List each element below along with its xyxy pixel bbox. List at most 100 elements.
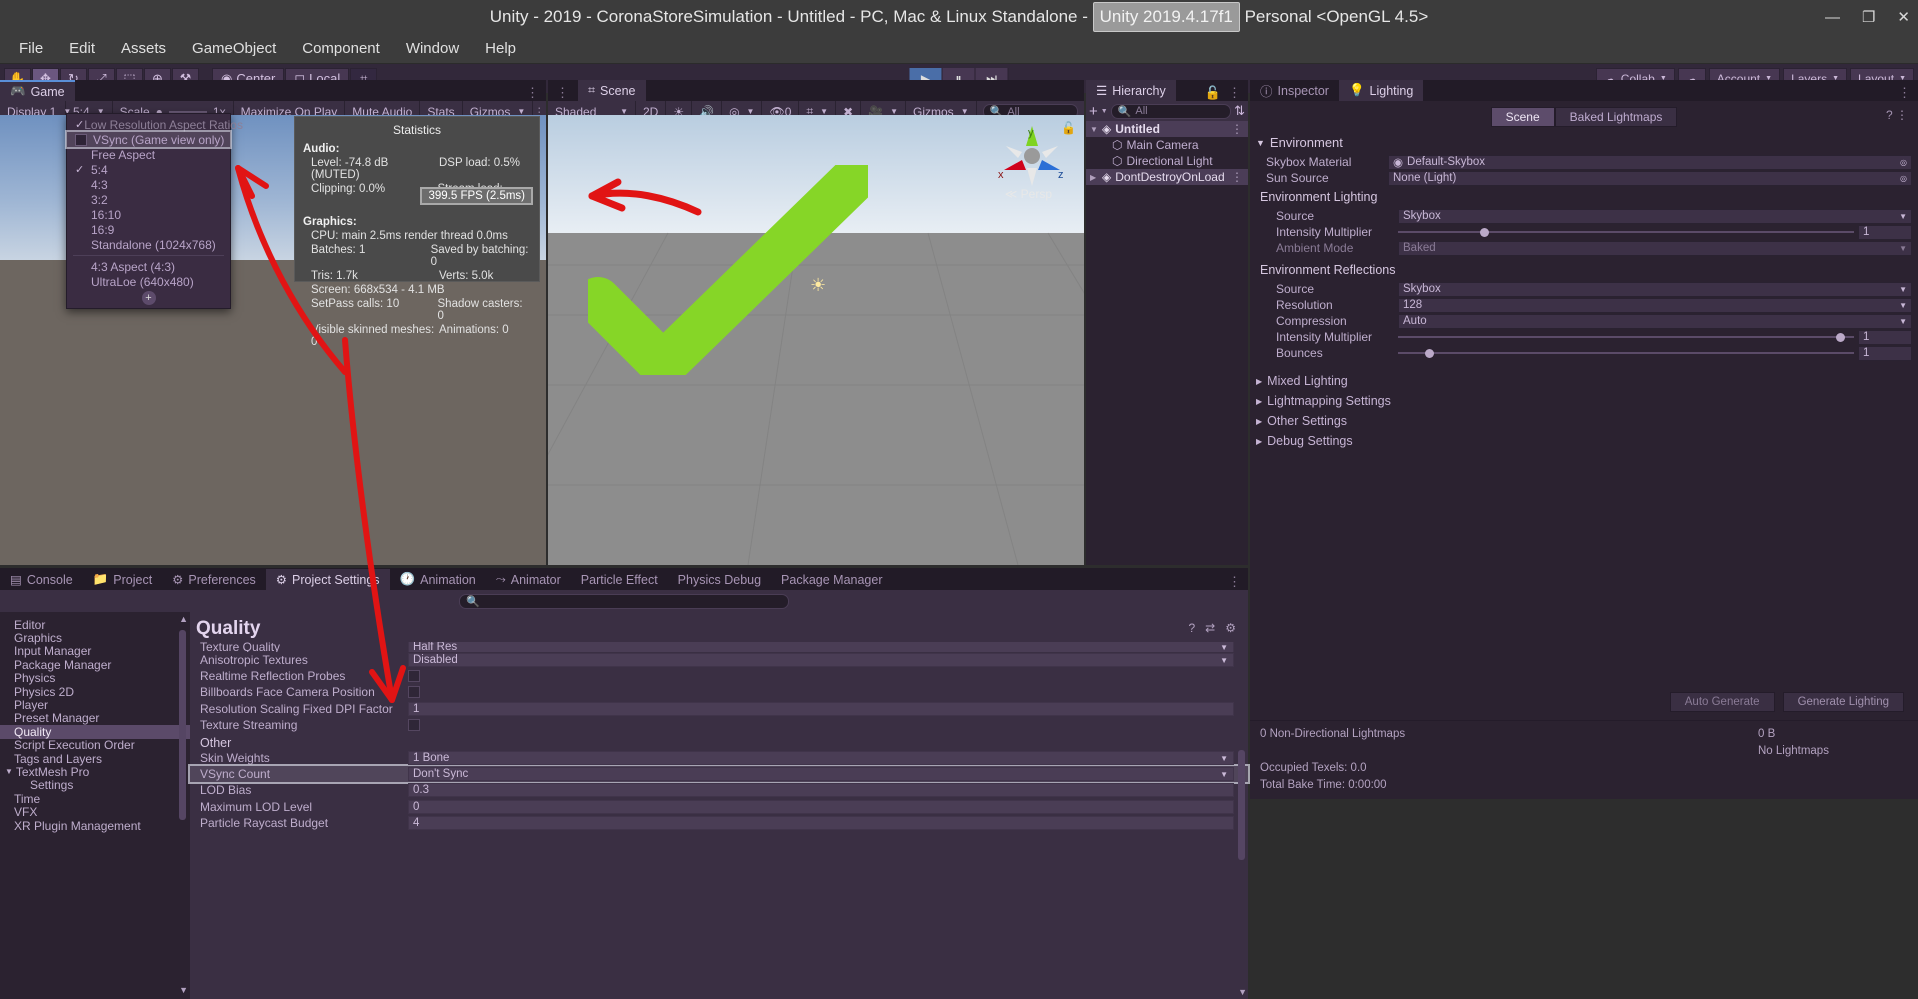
maximum-lod-level-input[interactable]: 0 (408, 799, 1234, 814)
hierarchy-row-directional-light[interactable]: ⬡ Directional Light (1086, 153, 1248, 169)
hierarchy-row-main-camera[interactable]: ⬡ Main Camera (1086, 137, 1248, 153)
env-lighting-source-dropdown[interactable]: Skybox ▼ (1398, 208, 1912, 224)
hierarchy-row-dontdestroyonload[interactable]: ▶ ◈ DontDestroyOnLoad ⋮ (1086, 169, 1248, 185)
anisotropic-textures-dropdown[interactable]: Disabled ▼ (408, 653, 1234, 668)
category-input-manager[interactable]: Input Manager (0, 644, 190, 658)
gear-icon[interactable]: ⚙ (1225, 621, 1236, 635)
menu-item-custom-4-3-aspect[interactable]: 4:3 Aspect (4:3) (67, 259, 230, 274)
settings-search-input[interactable]: 🔍 (459, 593, 789, 609)
tab-particle-effect[interactable]: Particle Effect (571, 569, 668, 590)
scroll-up-arrow-icon[interactable]: ▲ (179, 614, 188, 624)
menu-item-3-2[interactable]: 3:2 (67, 192, 230, 207)
sort-icon[interactable]: ⇅ (1234, 103, 1245, 119)
category-textmesh-pro[interactable]: ▼ TextMesh Pro (0, 765, 190, 779)
scene-view-render[interactable]: ☀ ≪ Persp y x z 🔓 (548, 115, 1084, 565)
menu-item-low-res-aspect[interactable]: ✓ Low Resolution Aspect Ratios (67, 117, 243, 132)
menu-item-vsync[interactable]: VSync (Game view only) (65, 130, 232, 149)
billboards-face-camera-checkbox[interactable] (408, 686, 420, 699)
menu-assets[interactable]: Assets (110, 37, 177, 60)
hierarchy-menu-icon[interactable]: 🔓 ⋮ (1205, 85, 1248, 101)
tab-package-manager[interactable]: Package Manager (771, 569, 892, 590)
tab-animator[interactable]: ⤳ Animator (486, 569, 571, 590)
menu-item-16-9[interactable]: 16:9 (67, 222, 230, 237)
menu-window[interactable]: Window (395, 37, 470, 60)
tab-physics-debug[interactable]: Physics Debug (668, 569, 771, 590)
category-tags-and-layers[interactable]: Tags and Layers (0, 752, 190, 766)
category-quality[interactable]: Quality (0, 725, 190, 739)
reflections-source-dropdown[interactable]: Skybox ▼ (1398, 281, 1912, 297)
reflections-resolution-dropdown[interactable]: 128 ▼ (1398, 297, 1912, 313)
inspector-menu-icon[interactable]: ⋮ (1898, 85, 1918, 101)
skin-weights-dropdown[interactable]: 1 Bone ▼ (408, 751, 1234, 766)
menu-component[interactable]: Component (291, 37, 391, 60)
scene-orientation-gizmo[interactable]: y x z (996, 120, 1068, 192)
menu-edit[interactable]: Edit (58, 37, 106, 60)
category-player[interactable]: Player (0, 698, 190, 712)
tab-project-settings[interactable]: ⚙ Project Settings (265, 569, 390, 590)
resolution-scaling-dpi-input[interactable]: 1 (408, 701, 1234, 716)
category-graphics[interactable]: Graphics (0, 631, 190, 645)
row-menu-icon[interactable]: ⋮ (1231, 170, 1248, 184)
texture-quality-dropdown[interactable]: Half Res ▼ (408, 642, 1234, 652)
help-icon[interactable]: ? ⋮ (1886, 108, 1908, 122)
tab-console[interactable]: ▤ Console (0, 569, 83, 590)
object-picker-icon[interactable]: ◎ (1900, 158, 1907, 167)
reflections-compression-dropdown[interactable]: Auto ▼ (1398, 313, 1912, 329)
add-gameobject-button[interactable]: + (1089, 103, 1098, 120)
preset-icon[interactable]: ⇄ (1205, 621, 1215, 635)
menu-help[interactable]: Help (474, 37, 527, 60)
category-package-manager[interactable]: Package Manager (0, 658, 190, 672)
generate-lighting-button[interactable]: Generate Lighting (1782, 692, 1904, 712)
settings-left-scrollbar[interactable] (179, 630, 186, 820)
menu-gameobject[interactable]: GameObject (181, 37, 287, 60)
reflections-bounces-slider[interactable] (1398, 346, 1854, 361)
scroll-down-arrow-icon[interactable]: ▼ (1238, 987, 1247, 997)
hierarchy-search-input[interactable]: 🔍 All (1110, 103, 1232, 119)
lock-icon[interactable]: 🔓 (1205, 85, 1222, 100)
slider-knob[interactable] (1835, 332, 1845, 342)
slider-knob[interactable] (1480, 227, 1490, 237)
close-icon[interactable]: ✕ (1897, 8, 1910, 26)
section-mixed-lighting[interactable]: ▶ Mixed Lighting (1250, 371, 1918, 391)
texture-streaming-checkbox[interactable] (408, 718, 420, 731)
tab-lighting[interactable]: 💡 Lighting (1338, 80, 1424, 101)
help-icon[interactable]: ? (1188, 621, 1195, 635)
subtab-scene[interactable]: Scene (1490, 107, 1555, 127)
window-controls[interactable]: — ❐ ✕ (1825, 0, 1910, 34)
scroll-down-arrow-icon[interactable]: ▼ (179, 985, 188, 995)
tab-preferences[interactable]: ⚙ Preferences (162, 569, 266, 590)
maximize-icon[interactable]: ❐ (1862, 8, 1875, 26)
tab-project[interactable]: 📁 Project (83, 569, 162, 590)
category-xr-plugin-management[interactable]: XR Plugin Management (0, 819, 190, 833)
menu-item-free-aspect[interactable]: Free Aspect (67, 147, 230, 162)
realtime-reflection-probes-checkbox[interactable] (408, 670, 420, 683)
reflections-bounces-value[interactable]: 1 (1858, 345, 1912, 361)
tab-animation[interactable]: 🕐 Animation (390, 569, 486, 590)
quality-pane-scrollbar[interactable] (1238, 750, 1245, 860)
subtab-baked-lightmaps[interactable]: Baked Lightmaps (1554, 107, 1678, 127)
lod-bias-input[interactable]: 0.3 (408, 783, 1234, 798)
bottom-panel-menu-icon[interactable]: ⋮ (1228, 574, 1248, 590)
chevron-right-icon[interactable]: ▶ (1090, 173, 1102, 182)
game-panel-menu-icon[interactable]: ⋮ (526, 85, 546, 101)
category-time[interactable]: Time (0, 792, 190, 806)
scene-lock-icon[interactable]: 🔓 (1061, 121, 1076, 135)
menu-item-16-10[interactable]: 16:10 (67, 207, 230, 222)
slider-knob[interactable] (1425, 348, 1435, 358)
reflections-intensity-slider[interactable] (1398, 330, 1854, 345)
object-picker-icon[interactable]: ◎ (1900, 174, 1907, 183)
scene-panel-menu-icon[interactable]: ⋮ (548, 85, 578, 101)
category-script-execution-order[interactable]: Script Execution Order (0, 738, 190, 752)
menu-item-custom-ultraloe[interactable]: UltraLoe (640x480) (67, 274, 230, 289)
tab-scene[interactable]: ⌗ Scene (578, 80, 646, 101)
section-lightmapping-settings[interactable]: ▶ Lightmapping Settings (1250, 391, 1918, 411)
tab-game[interactable]: 🎮 Game (0, 80, 75, 101)
menu-item-5-4[interactable]: ✓ 5:4 (67, 162, 230, 177)
category-physics[interactable]: Physics (0, 671, 190, 685)
env-intensity-slider[interactable] (1398, 225, 1854, 240)
category-physics-2d[interactable]: Physics 2D (0, 685, 190, 699)
row-menu-icon[interactable]: ⋮ (1231, 122, 1248, 136)
tab-hierarchy[interactable]: ☰ Hierarchy (1086, 80, 1176, 101)
environment-section-header[interactable]: ▼ Environment (1250, 131, 1918, 154)
category-editor[interactable]: Editor (0, 618, 190, 632)
